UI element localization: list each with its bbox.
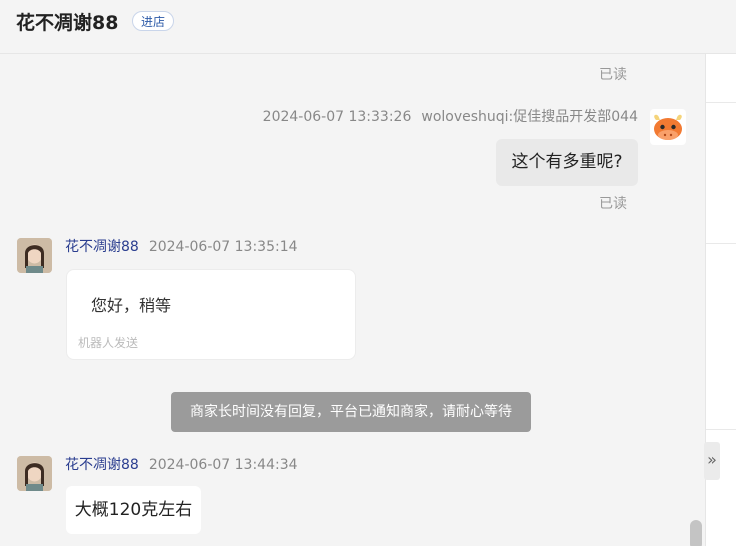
shop-avatar-photo-icon bbox=[17, 456, 52, 491]
expand-panel-button[interactable]: » bbox=[704, 442, 720, 480]
message-bubble-incoming[interactable]: 大概120克左右 bbox=[66, 486, 201, 534]
message-time: 2024-06-07 13:35:14 bbox=[148, 239, 298, 255]
divider bbox=[706, 243, 736, 244]
message-sender[interactable]: 花不凋谢88 bbox=[65, 457, 139, 473]
read-status: 已读 bbox=[599, 67, 627, 83]
system-notice: 商家长时间没有回复，平台已通知商家，请耐心等待 bbox=[171, 392, 531, 432]
message-bubble-incoming[interactable]: 您好，稍等 机器人发送 bbox=[66, 269, 356, 360]
message-time: 2024-06-07 13:33:26 bbox=[262, 109, 412, 125]
message-list[interactable]: 已读 2024-06-07 13:33:26 woloveshuqi:促佳搜品开发… bbox=[0, 54, 705, 546]
divider bbox=[706, 102, 736, 103]
user-avatar[interactable] bbox=[650, 109, 686, 145]
robot-sent-note: 机器人发送 bbox=[78, 336, 139, 350]
shop-name-title: 花不凋谢88 bbox=[16, 12, 119, 34]
message-meta-incoming: 花不凋谢88 2024-06-07 13:44:34 bbox=[65, 456, 298, 474]
chat-window: 花不凋谢88 进店 已读 2024-06-07 13:33:26 wolovesh… bbox=[0, 0, 736, 546]
cow-mascot-icon bbox=[654, 114, 682, 140]
shop-avatar[interactable] bbox=[17, 456, 52, 491]
divider bbox=[706, 429, 736, 430]
shop-avatar[interactable] bbox=[17, 238, 52, 273]
read-status: 已读 bbox=[599, 196, 627, 212]
chat-header: 花不凋谢88 进店 bbox=[0, 0, 736, 54]
shop-avatar-photo-icon bbox=[17, 238, 52, 273]
message-time: 2024-06-07 13:44:34 bbox=[148, 457, 298, 473]
message-text: 您好，稍等 bbox=[91, 296, 172, 315]
message-meta-incoming: 花不凋谢88 2024-06-07 13:35:14 bbox=[65, 238, 298, 256]
scrollbar-thumb[interactable] bbox=[690, 520, 702, 546]
message-sender[interactable]: 花不凋谢88 bbox=[65, 239, 139, 255]
message-meta-outgoing: 2024-06-07 13:33:26 woloveshuqi:促佳搜品开发部04… bbox=[263, 108, 638, 126]
chevron-double-right-icon: » bbox=[707, 450, 717, 469]
message-sender: woloveshuqi:促佳搜品开发部044 bbox=[421, 109, 638, 125]
enter-store-button[interactable]: 进店 bbox=[132, 11, 175, 31]
message-bubble-outgoing[interactable]: 这个有多重呢? bbox=[496, 139, 638, 186]
